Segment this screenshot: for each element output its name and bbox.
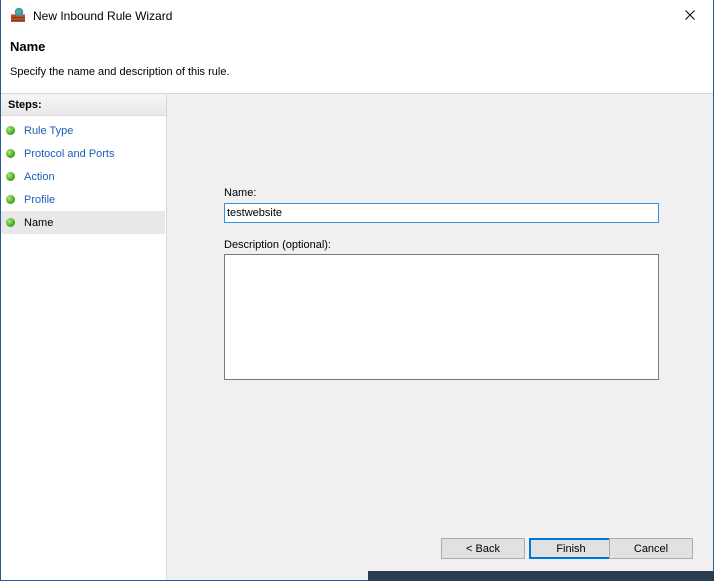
name-label: Name: (224, 187, 257, 199)
page-header: Name Specify the name and description of… (1, 31, 713, 94)
finish-button[interactable]: Finish (529, 538, 613, 559)
wizard-window: New Inbound Rule Wizard Name Specify the… (0, 0, 714, 581)
step-label: Action (24, 170, 55, 183)
green-dot-icon (6, 172, 15, 181)
cancel-button[interactable]: Cancel (609, 538, 693, 559)
green-dot-icon (6, 149, 15, 158)
firewall-icon (10, 7, 26, 23)
green-dot-icon (6, 126, 15, 135)
title-bar: New Inbound Rule Wizard (1, 0, 713, 31)
step-rule-type[interactable]: Rule Type (1, 119, 165, 142)
step-label: Rule Type (24, 124, 74, 137)
steps-heading-label: Steps: (8, 99, 42, 111)
step-name: Name (1, 211, 165, 234)
back-button[interactable]: < Back (441, 538, 525, 559)
step-action[interactable]: Action (1, 165, 165, 188)
close-icon (685, 9, 695, 23)
step-label: Protocol and Ports (24, 147, 115, 160)
window-title: New Inbound Rule Wizard (33, 9, 173, 23)
page-title: Name (10, 39, 46, 54)
taskbar-edge (368, 571, 714, 581)
description-input[interactable] (224, 254, 659, 380)
steps-pane: Steps: Rule Type Protocol and Ports Acti… (1, 95, 167, 580)
name-input[interactable] (224, 203, 659, 223)
green-dot-icon (6, 218, 15, 227)
page-description: Specify the name and description of this… (10, 66, 230, 78)
step-label: Profile (24, 193, 56, 206)
content-pane: Name: Description (optional): < Back Fin… (168, 95, 713, 580)
description-label: Description (optional): (224, 239, 331, 251)
step-profile[interactable]: Profile (1, 188, 165, 211)
close-button[interactable] (667, 0, 713, 31)
step-label: Name (24, 216, 54, 229)
green-dot-icon (6, 195, 15, 204)
steps-heading: Steps: (1, 95, 166, 116)
step-protocol-and-ports[interactable]: Protocol and Ports (1, 142, 165, 165)
